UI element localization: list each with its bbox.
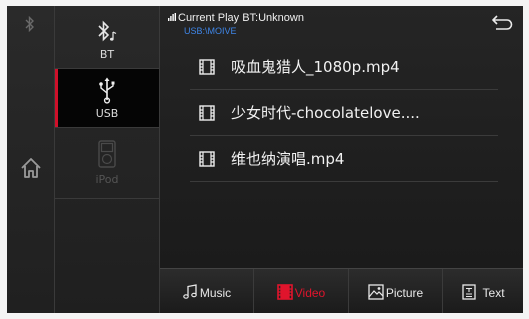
header-bar: Current Play BT:Unknown USB:\MOIVE: [160, 6, 523, 44]
home-icon[interactable]: [19, 156, 43, 184]
source-usb-label: USB: [95, 107, 119, 120]
current-play-text: Current Play BT:Unknown: [178, 12, 304, 24]
file-name: 少女时代-chocolatelove....: [231, 104, 420, 122]
file-list: 吸血鬼猎人_1080p.mp4 少女时代-chocolatelove.... 维…: [190, 44, 498, 182]
current-play-status: Current Play BT:Unknown: [168, 12, 304, 24]
film-icon: [199, 151, 215, 171]
list-item[interactable]: 吸血鬼猎人_1080p.mp4: [190, 44, 498, 90]
list-item[interactable]: 少女时代-chocolatelove....: [190, 90, 498, 136]
source-ipod-label: iPod: [95, 173, 119, 186]
text-document-icon: [462, 284, 477, 300]
source-ipod: iPod: [55, 128, 159, 199]
music-note-icon: [183, 284, 197, 299]
tab-text-label: Text: [482, 286, 505, 300]
ipod-icon: [98, 140, 116, 168]
usb-icon: [99, 77, 115, 104]
source-usb[interactable]: USB: [55, 69, 159, 128]
source-bt-label: BT: [99, 48, 115, 61]
tab-picture-label: Picture: [385, 286, 424, 300]
back-icon[interactable]: [491, 14, 513, 36]
left-rail: [7, 6, 55, 313]
tab-text[interactable]: Text: [443, 269, 523, 313]
folder-path: USB:\MOIVE: [184, 26, 237, 36]
media-player-screen: BT USB iPod Current Play BT:Unknown USB:…: [7, 6, 523, 313]
signal-icon: [168, 13, 176, 23]
film-icon: [199, 59, 215, 79]
file-name: 吸血鬼猎人_1080p.mp4: [231, 58, 400, 76]
file-name: 维也纳演唱.mp4: [231, 150, 345, 168]
tab-picture[interactable]: Picture: [349, 269, 443, 313]
film-icon: [199, 105, 215, 125]
tab-music[interactable]: Music: [160, 269, 254, 313]
bluetooth-icon: [24, 15, 36, 36]
film-icon: [276, 284, 293, 300]
picture-icon: [368, 284, 384, 300]
source-bt[interactable]: BT: [55, 6, 159, 69]
category-tabs: Music Video Picture Text: [160, 268, 523, 313]
tab-music-label: Music: [199, 286, 232, 300]
tab-video[interactable]: Video: [254, 269, 349, 313]
source-list: BT USB iPod: [55, 6, 160, 313]
main-panel: Current Play BT:Unknown USB:\MOIVE 吸血鬼猎人…: [160, 6, 523, 313]
bluetooth-music-icon: [98, 20, 117, 42]
list-item[interactable]: 维也纳演唱.mp4: [190, 136, 498, 182]
tab-video-label: Video: [294, 286, 326, 300]
